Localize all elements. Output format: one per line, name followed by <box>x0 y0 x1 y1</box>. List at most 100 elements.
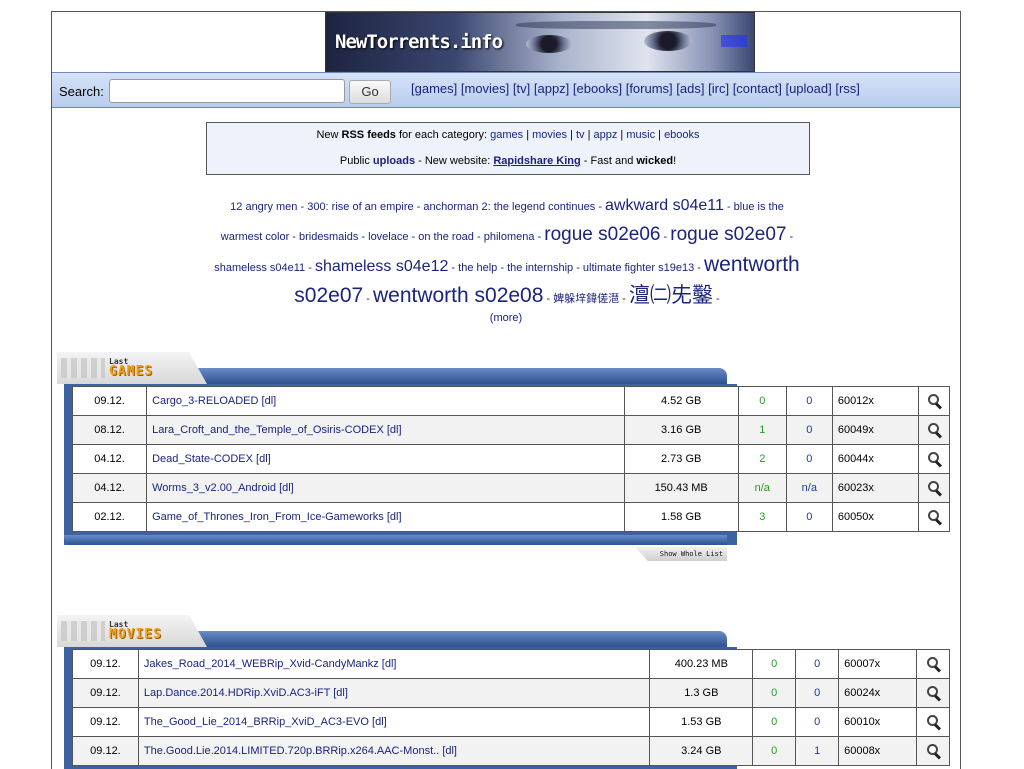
download-link[interactable]: [dl] <box>333 687 348 699</box>
row-id: 60008x <box>838 736 917 766</box>
uploads-link[interactable]: uploads <box>373 155 415 167</box>
download-link[interactable]: [dl] <box>382 658 397 670</box>
torrent-link[interactable]: Worms_3_v2.00_Android <box>152 482 276 494</box>
row-title: Jakes_Road_2014_WEBRip_Xvid-CandyMankz [… <box>137 649 651 679</box>
row-leechers: n/a <box>785 473 833 503</box>
row-id: 60024x <box>838 678 917 708</box>
tag-cloud-link[interactable]: 12 angry men <box>230 201 297 213</box>
nav-link-ebooks[interactable]: [ebooks] <box>573 81 622 96</box>
row-seeds: 1 <box>737 415 787 445</box>
nav-link-rss[interactable]: [rss] <box>835 81 860 96</box>
torrent-link[interactable]: Dead_State-CODEX <box>152 453 253 465</box>
show-whole-list-button[interactable]: Show Whole List <box>635 547 727 561</box>
search-input[interactable] <box>109 79 345 103</box>
download-link[interactable]: [dl] <box>442 745 457 757</box>
torrent-link[interactable]: The.Good.Lie.2014.LIMITED.720p.BRRip.x26… <box>144 745 439 757</box>
tag-cloud-link[interactable]: philomena <box>484 231 535 243</box>
row-title: Cargo_3-RELOADED [dl] <box>146 386 625 416</box>
go-button[interactable]: Go <box>349 80 391 104</box>
row-size: 4.52 GB <box>623 386 739 416</box>
tag-cloud-link[interactable]: 婢躲垶鍏傞潖 <box>553 293 619 305</box>
download-link[interactable]: [dl] <box>387 424 402 436</box>
tag-cloud-link[interactable]: anchorman 2: the legend continues <box>423 201 595 213</box>
rss-links: games | movies | tv | appz | music | ebo… <box>490 129 700 141</box>
row-date: 02.12. <box>71 502 148 532</box>
tag-cloud-link[interactable]: on the road <box>418 231 474 243</box>
rss-link-tv[interactable]: tv <box>576 129 585 141</box>
details-button[interactable] <box>916 649 950 679</box>
nav-link-appz[interactable]: [appz] <box>534 81 569 96</box>
download-link[interactable]: [dl] <box>279 482 294 494</box>
details-button[interactable] <box>916 678 950 708</box>
row-leechers: 0 <box>785 386 833 416</box>
tag-cloud-link[interactable]: 300: rise of an empire <box>307 201 413 213</box>
row-seeds: 0 <box>752 736 797 766</box>
tag-cloud-link[interactable]: rogue s02e07 <box>670 224 786 245</box>
torrent-link[interactable]: Game_of_Thrones_Iron_From_Ice-Gameworks <box>152 511 384 523</box>
row-id: 60023x <box>831 473 919 503</box>
rss-link-movies[interactable]: movies <box>532 129 567 141</box>
page-container: NewTorrents.info Search: Go [games] [mov… <box>51 11 961 769</box>
tag-cloud-link[interactable]: rogue s02e06 <box>544 224 660 245</box>
details-button[interactable] <box>917 444 951 474</box>
rss-link-games[interactable]: games <box>490 129 523 141</box>
nav-link-tv[interactable]: [tv] <box>513 81 530 96</box>
more-link[interactable]: (more) <box>490 312 522 324</box>
row-size: 400.23 MB <box>649 649 754 679</box>
torrent-link[interactable]: Jakes_Road_2014_WEBRip_Xvid-CandyMankz <box>144 658 379 670</box>
nav-link-irc[interactable]: [irc] <box>708 81 729 96</box>
details-button[interactable] <box>916 707 950 737</box>
tag-cloud-link[interactable]: ultimate fighter s19e13 <box>583 262 694 274</box>
row-date: 04.12. <box>71 444 148 474</box>
download-link[interactable]: [dl] <box>262 395 277 407</box>
nav-link-contact[interactable]: [contact] <box>733 81 782 96</box>
magnifier-icon <box>927 451 941 465</box>
category-nav: [games] [movies] [tv] [appz] [ebooks] [f… <box>411 81 860 96</box>
site-logo[interactable]: NewTorrents.info <box>325 12 755 72</box>
tag-cloud-link[interactable]: wentworth s02e08 <box>373 284 543 307</box>
rss-link-music[interactable]: music <box>626 129 655 141</box>
info-line-links: Public uploads - New website: Rapidshare… <box>339 155 677 167</box>
movies-section-tab: Last MOVIES <box>57 615 207 647</box>
details-button[interactable] <box>917 386 951 416</box>
details-button[interactable] <box>917 502 951 532</box>
download-link[interactable]: [dl] <box>256 453 271 465</box>
row-title: Game_of_Thrones_Iron_From_Ice-Gameworks … <box>146 502 625 532</box>
details-button[interactable] <box>917 415 951 445</box>
nav-link-upload[interactable]: [upload] <box>785 81 831 96</box>
tag-cloud-link[interactable]: the internship <box>507 262 573 274</box>
magnifier-icon <box>927 422 941 436</box>
row-date: 09.12. <box>72 707 139 737</box>
table-row: 04.12. Dead_State-CODEX [dl] 2.73 GB 2 0 6004… <box>71 444 951 474</box>
magnifier-icon <box>926 685 940 699</box>
download-link[interactable]: [dl] <box>372 716 387 728</box>
row-title: The.Good.Lie.2014.LIMITED.720p.BRRip.x26… <box>137 736 651 766</box>
tag-cloud-link[interactable]: shameless s04e12 <box>315 258 448 275</box>
download-link[interactable]: [dl] <box>387 511 402 523</box>
tag-cloud-link[interactable]: 澶㈡兂鑿 <box>629 284 713 307</box>
tag-cloud-link[interactable]: lovelace <box>368 231 408 243</box>
torrent-link[interactable]: The_Good_Lie_2014_BRRip_XviD_AC3-EVO <box>144 716 369 728</box>
tag-cloud-link[interactable]: awkward s04e11 <box>605 197 724 214</box>
row-title: The_Good_Lie_2014_BRRip_XviD_AC3-EVO [dl… <box>137 707 651 737</box>
movies-table: 09.12. Jakes_Road_2014_WEBRip_Xvid-CandyM… <box>72 649 950 766</box>
rapidshare-king-link[interactable]: Rapidshare King <box>493 155 580 167</box>
rss-link-ebooks[interactable]: ebooks <box>664 129 699 141</box>
tag-cloud-link[interactable]: shameless s04e11 <box>214 262 305 274</box>
details-button[interactable] <box>916 736 950 766</box>
nav-link-games[interactable]: [games] <box>411 81 457 96</box>
rss-link-appz[interactable]: appz <box>594 129 618 141</box>
tag-cloud-link[interactable]: bridesmaids <box>299 231 358 243</box>
row-leechers: 0 <box>785 415 833 445</box>
nav-link-forums[interactable]: [forums] <box>626 81 673 96</box>
details-button[interactable] <box>917 473 951 503</box>
tag-cloud-link[interactable]: the help <box>458 262 497 274</box>
row-date: 04.12. <box>71 473 148 503</box>
nav-link-ads[interactable]: [ads] <box>676 81 704 96</box>
magnifier-icon <box>926 656 940 670</box>
torrent-link[interactable]: Lap.Dance.2014.HDRip.XviD.AC3-iFT <box>144 687 330 699</box>
torrent-link[interactable]: Cargo_3-RELOADED <box>152 395 258 407</box>
nav-link-movies[interactable]: [movies] <box>461 81 509 96</box>
table-row: 09.12. The.Good.Lie.2014.LIMITED.720p.BRR… <box>72 736 950 766</box>
torrent-link[interactable]: Lara_Croft_and_the_Temple_of_Osiris-CODE… <box>152 424 384 436</box>
